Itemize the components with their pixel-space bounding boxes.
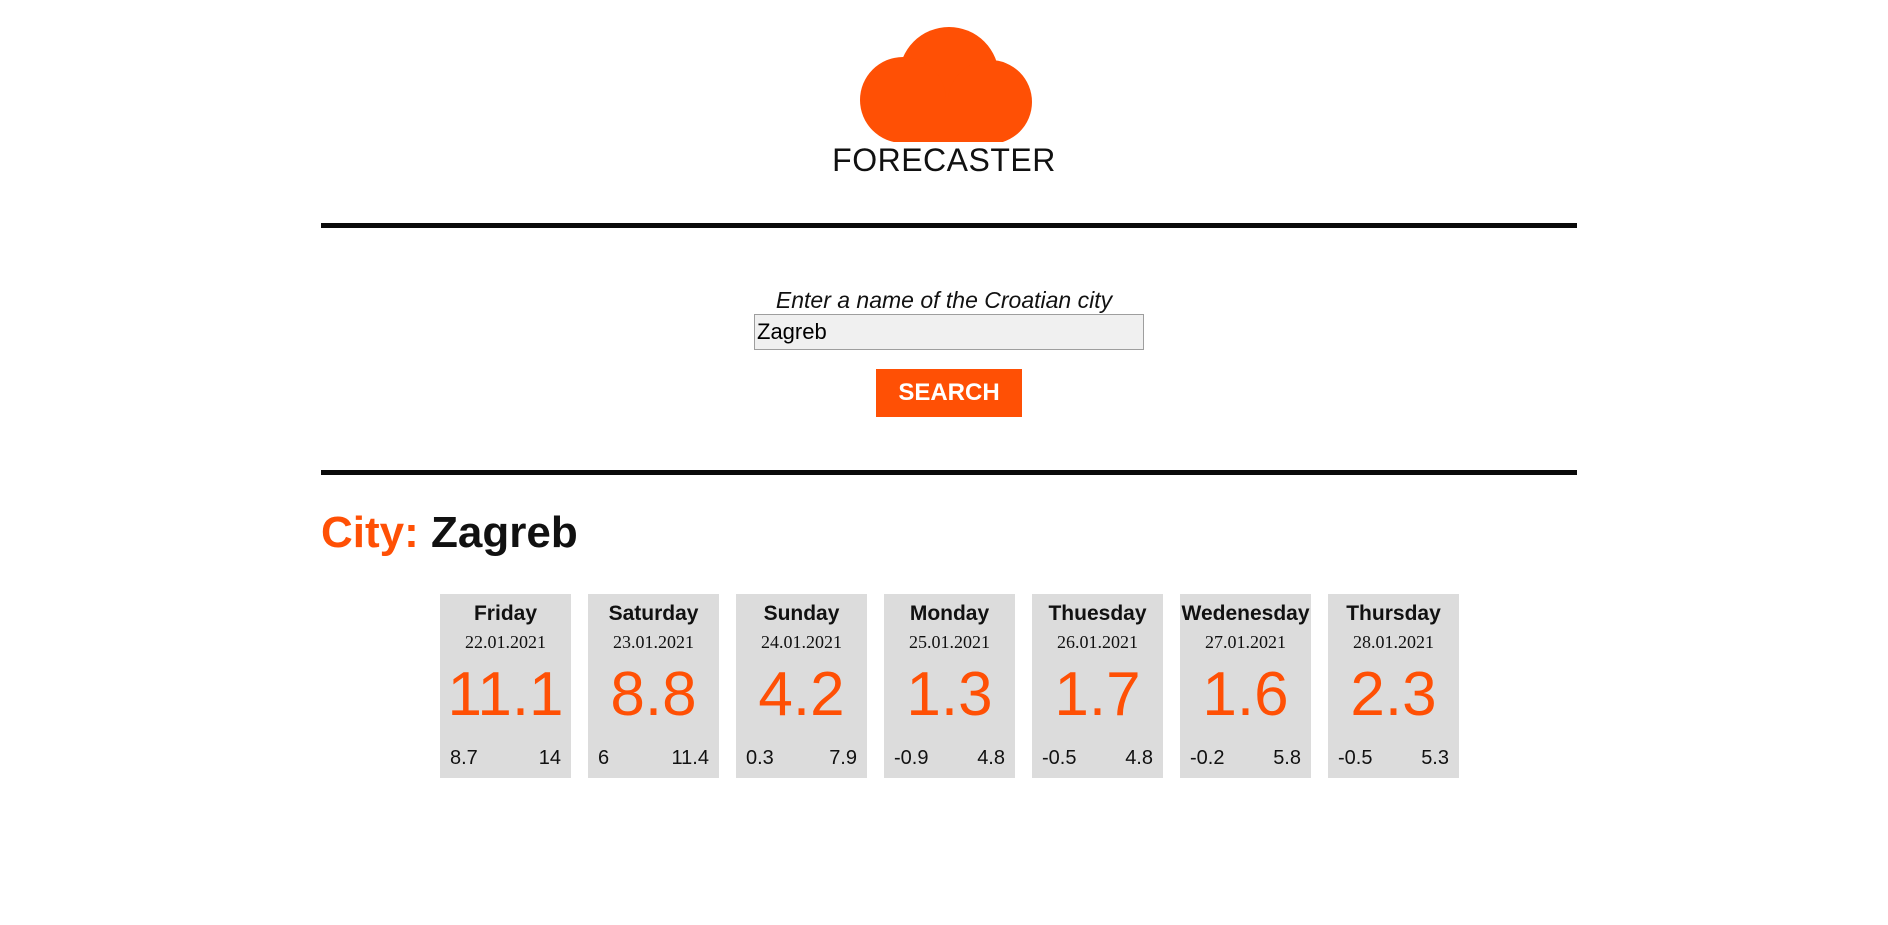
forecast-day: Wedenesday bbox=[1181, 602, 1310, 625]
forecast-min-temperature: 8.7 bbox=[450, 747, 478, 769]
forecast-date: 28.01.2021 bbox=[1353, 632, 1434, 652]
forecast-date: 23.01.2021 bbox=[613, 632, 694, 652]
city-name: Zagreb bbox=[431, 508, 578, 557]
forecast-max-temperature: 5.3 bbox=[1421, 747, 1449, 769]
forecast-max-temperature: 5.8 bbox=[1273, 747, 1301, 769]
forecast-card: Thuesday 26.01.2021 1.7 -0.5 4.8 bbox=[1032, 594, 1163, 778]
header-divider bbox=[321, 223, 1577, 228]
forecast-max-temperature: 11.4 bbox=[671, 747, 709, 769]
forecast-day: Monday bbox=[909, 602, 990, 625]
forecast-card: Saturday 23.01.2021 8.8 6 11.4 bbox=[588, 594, 719, 778]
forecast-day: Friday bbox=[473, 602, 538, 625]
forecast-max-temperature: 14 bbox=[538, 747, 561, 769]
results-divider bbox=[321, 470, 1577, 475]
forecast-temperature: 1.3 bbox=[906, 660, 993, 729]
forecast-min-temperature: -0.5 bbox=[1338, 747, 1373, 769]
forecast-day: Thursday bbox=[1346, 602, 1441, 625]
forecast-max-temperature: 4.8 bbox=[1125, 747, 1153, 769]
forecast-max-temperature: 7.9 bbox=[829, 747, 857, 769]
forecast-min-temperature: -0.9 bbox=[894, 747, 929, 769]
forecast-date: 25.01.2021 bbox=[909, 632, 990, 652]
forecast-day: Saturday bbox=[608, 602, 699, 625]
forecast-date: 26.01.2021 bbox=[1057, 632, 1138, 652]
app-title: FORECASTER bbox=[832, 142, 1056, 178]
forecast-max-temperature: 4.8 bbox=[977, 747, 1005, 769]
forecast-date: 24.01.2021 bbox=[761, 632, 842, 652]
forecast-min-temperature: 6 bbox=[598, 747, 610, 769]
cloud-icon bbox=[860, 27, 1032, 142]
page: FORECASTER Enter a name of the Croatian … bbox=[0, 0, 1888, 925]
forecast-cards: Friday 22.01.2021 11.1 8.7 14 Saturday 2… bbox=[440, 594, 1459, 778]
forecast-card: Friday 22.01.2021 11.1 8.7 14 bbox=[440, 594, 571, 778]
forecast-day: Thuesday bbox=[1048, 602, 1147, 625]
search-label: Enter a name of the Croatian city bbox=[775, 287, 1113, 313]
forecast-card: Thursday 28.01.2021 2.3 -0.5 5.3 bbox=[1328, 594, 1459, 778]
forecast-temperature: 2.3 bbox=[1350, 660, 1437, 729]
forecast-date: 27.01.2021 bbox=[1205, 632, 1286, 652]
forecast-card: Wedenesday 27.01.2021 1.6 -0.2 5.8 bbox=[1180, 594, 1311, 778]
forecast-min-temperature: -0.2 bbox=[1190, 747, 1225, 769]
city-search-input[interactable] bbox=[754, 314, 1144, 350]
forecast-card: Monday 25.01.2021 1.3 -0.9 4.8 bbox=[884, 594, 1015, 778]
forecast-temperature: 8.8 bbox=[610, 660, 697, 729]
forecast-card: Sunday 24.01.2021 4.2 0.3 7.9 bbox=[736, 594, 867, 778]
city-prefix: City: bbox=[321, 508, 419, 557]
city-heading: City: Zagreb bbox=[321, 508, 578, 558]
forecast-temperature: 11.1 bbox=[447, 660, 564, 729]
forecast-temperature: 4.2 bbox=[758, 660, 845, 729]
forecast-min-temperature: -0.5 bbox=[1042, 747, 1077, 769]
forecast-day: Sunday bbox=[763, 602, 840, 625]
forecast-date: 22.01.2021 bbox=[465, 632, 546, 652]
forecast-min-temperature: 0.3 bbox=[746, 747, 774, 769]
search-button[interactable]: SEARCH bbox=[876, 369, 1022, 417]
forecast-temperature: 1.6 bbox=[1202, 660, 1289, 729]
forecast-temperature: 1.7 bbox=[1054, 660, 1141, 729]
